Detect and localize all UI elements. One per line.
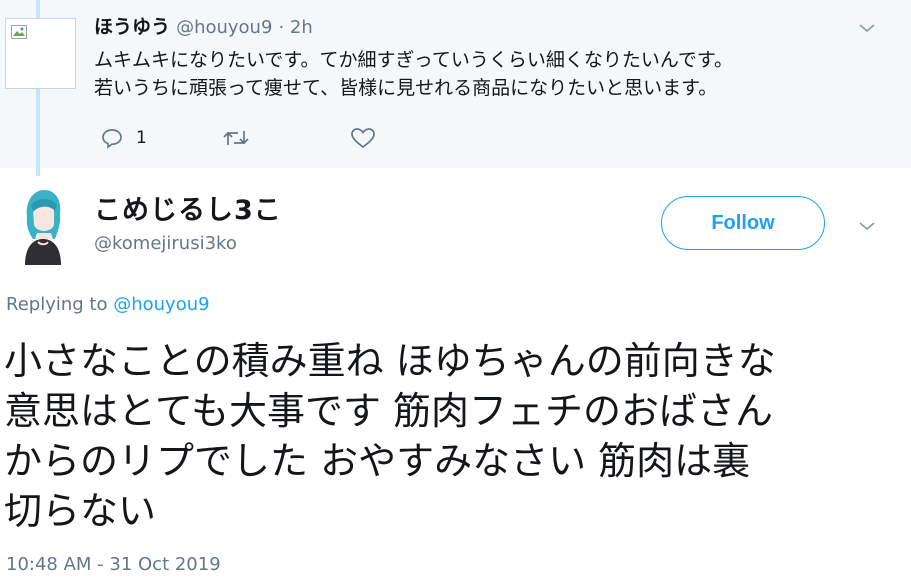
user-handle[interactable]: @komejirusi3ko <box>94 233 237 254</box>
chevron-down-icon[interactable] <box>858 220 876 232</box>
tweet-text-line: 意思はとても大事です 筋肉フェチのおばさん <box>4 389 774 433</box>
parent-tweet-text: ムキムキになりたいです。てか細すぎっていうくらい細くなりたいんです。 若いうちに… <box>94 46 733 102</box>
tweet-text-line: 切らない <box>4 489 157 533</box>
replying-mention-link[interactable]: @houyou9 <box>113 294 209 315</box>
parent-time[interactable]: · 2h <box>278 17 312 38</box>
retweet-icon <box>223 131 249 145</box>
parent-header: ほうゆう @houyou9 · 2h <box>94 12 313 39</box>
reply-count: 1 <box>136 128 147 148</box>
replying-to: Replying to @houyou9 <box>6 294 210 315</box>
retweet-action[interactable] <box>222 126 250 150</box>
tweet-text: 小さなことの積み重ね ほゆちゃんの前向きな 意思はとても大事です 筋肉フェチのお… <box>4 336 904 536</box>
reply-icon <box>102 129 122 149</box>
like-action[interactable] <box>350 126 376 150</box>
follow-button[interactable]: Follow <box>661 196 825 250</box>
parent-text-line: 若いうちに頑張って痩せて、皆様に見せれる商品になりたいと思います。 <box>94 77 718 99</box>
parent-avatar[interactable] <box>5 18 76 89</box>
parent-text-line: ムキムキになりたいです。てか細すぎっていうくらい細くなりたいんです。 <box>94 49 733 71</box>
chevron-down-icon[interactable] <box>858 22 876 34</box>
tweet-text-line: からのリプでした おやすみなさい 筋肉は裏 <box>4 439 751 483</box>
avatar[interactable] <box>17 187 69 265</box>
tweet-text-line: 小さなことの積み重ね ほゆちゃんの前向きな <box>4 339 776 383</box>
reply-action[interactable]: 1 <box>100 126 147 150</box>
display-name[interactable]: こめじるし3こ <box>94 188 282 227</box>
parent-display-name[interactable]: ほうゆう <box>94 16 170 38</box>
tweet-timestamp[interactable]: 10:48 AM - 31 Oct 2019 <box>6 554 221 575</box>
broken-image-icon <box>11 25 27 39</box>
parent-tweet[interactable]: ほうゆう @houyou9 · 2h ムキムキになりたいです。てか細すぎっていう… <box>0 0 911 176</box>
replying-prefix: Replying to <box>6 294 108 315</box>
parent-handle[interactable]: @houyou9 <box>176 17 272 38</box>
like-icon <box>351 128 375 149</box>
